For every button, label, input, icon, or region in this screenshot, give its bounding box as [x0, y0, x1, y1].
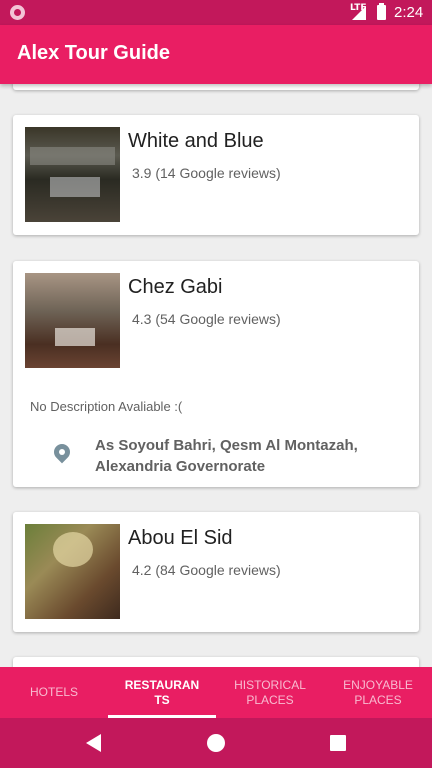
tab-historical-places[interactable]: HISTORICAL PLACES	[216, 667, 324, 718]
restaurant-card[interactable]: Abou El Sid 4.2 (84 Google reviews)	[13, 512, 419, 632]
tab-restaurants[interactable]: RESTAURAN TS	[108, 667, 216, 718]
status-bar: LTE 2:24	[0, 0, 432, 25]
restaurant-name: Abou El Sid	[128, 527, 233, 549]
tab-hotels[interactable]: HOTELS	[0, 667, 108, 718]
restaurant-list[interactable]: White and Blue 3.9 (14 Google reviews) C…	[0, 84, 432, 668]
restaurant-rating: 4.3 (54 Google reviews)	[132, 311, 281, 327]
list-item[interactable]	[13, 84, 419, 90]
tab-enjoyable-places[interactable]: ENJOYABLE PLACES	[324, 667, 432, 718]
restaurant-rating: 4.2 (84 Google reviews)	[132, 562, 281, 578]
back-icon[interactable]	[86, 734, 101, 752]
app-title: Alex Tour Guide	[17, 42, 170, 64]
restaurant-photo	[25, 524, 120, 619]
category-tabs: HOTELS RESTAURAN TS HISTORICAL PLACES EN…	[0, 667, 432, 718]
restaurant-name: Chez Gabi	[128, 276, 223, 298]
home-icon[interactable]	[207, 734, 225, 752]
restaurant-name: White and Blue	[128, 130, 264, 152]
restaurant-card[interactable]: Chez Gabi 4.3 (54 Google reviews) No Des…	[13, 261, 419, 487]
notification-icon	[10, 5, 25, 20]
battery-icon	[377, 3, 386, 20]
app-bar: Alex Tour Guide	[0, 25, 432, 84]
clock: 2:24	[394, 4, 424, 21]
restaurant-photo	[25, 127, 120, 222]
restaurant-rating: 3.9 (14 Google reviews)	[132, 165, 281, 181]
restaurant-address[interactable]: As Soyouf Bahri, Qesm Al Montazah, Alexa…	[95, 435, 395, 477]
recent-apps-icon[interactable]	[330, 735, 346, 751]
restaurant-description: No Description Avaliable :(	[30, 399, 183, 414]
restaurant-card[interactable]: White and Blue 3.9 (14 Google reviews)	[13, 115, 419, 235]
restaurant-photo	[25, 273, 120, 368]
location-pin-icon	[50, 440, 74, 464]
signal-icon	[352, 6, 366, 20]
navigation-bar	[0, 718, 432, 768]
